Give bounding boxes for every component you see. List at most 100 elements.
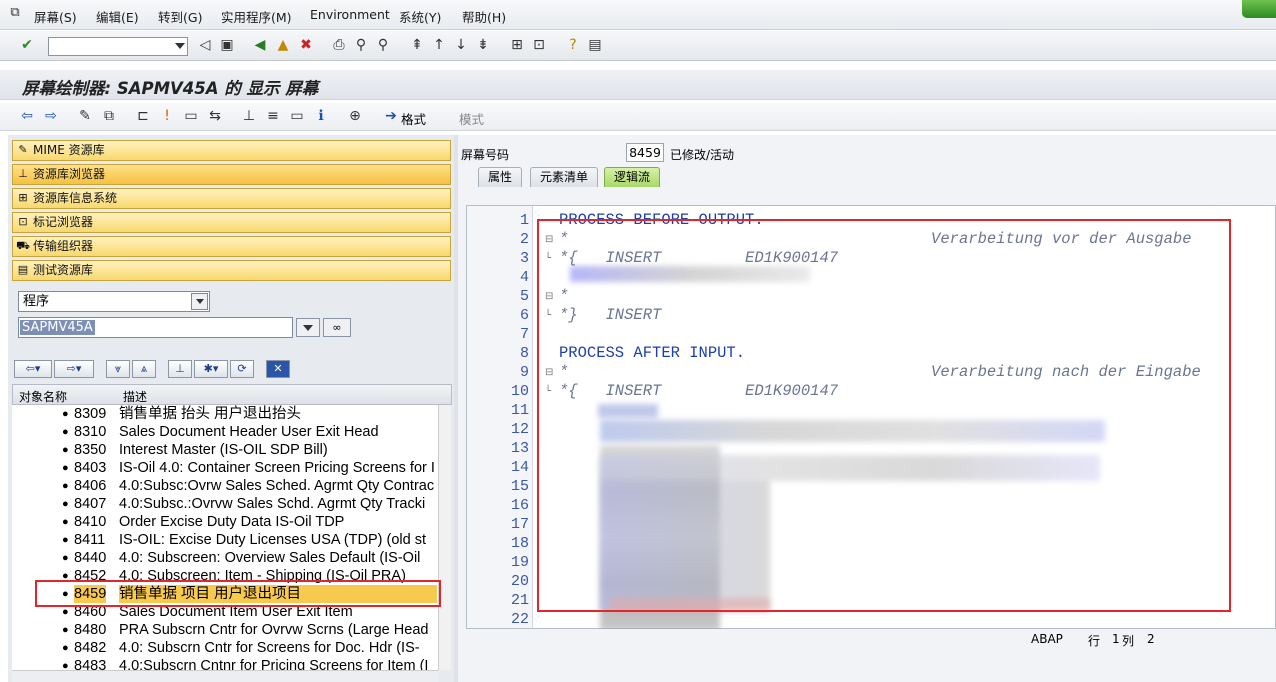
- nav-transport-organizer[interactable]: ⛟ 传输组织器: [12, 236, 451, 257]
- line-number: 12: [510, 421, 529, 438]
- tree-horizontal-scrollbar[interactable]: [12, 670, 438, 682]
- back-nav-button[interactable]: ⇦▾: [14, 360, 52, 378]
- exit-icon[interactable]: ▲: [274, 36, 292, 54]
- line-number: 10: [510, 383, 529, 400]
- program-name-input[interactable]: SAPMV45A: [18, 317, 293, 338]
- tab-flow-logic[interactable]: 逻辑流: [604, 167, 661, 187]
- layout-editor-icon[interactable]: ▭: [182, 107, 200, 125]
- screen-number-label: 屏幕号码: [461, 148, 510, 162]
- menu-item-edit[interactable]: 编辑(E): [96, 7, 139, 26]
- tree-icon[interactable]: ⊥: [240, 107, 258, 125]
- collapse-all-icon[interactable]: ⩓: [132, 360, 156, 378]
- nav-repository-info-system[interactable]: ⊞ 资源库信息系统: [12, 188, 451, 209]
- enter-icon[interactable]: ✔: [18, 36, 36, 54]
- arrow-right-icon[interactable]: ⇨: [42, 107, 60, 125]
- hierarchy-view-icon[interactable]: ⊥: [168, 360, 192, 378]
- edit-icon[interactable]: ✎: [76, 107, 94, 125]
- command-field[interactable]: [48, 37, 188, 56]
- line-number: 16: [510, 497, 529, 514]
- window-icon[interactable]: ▭: [288, 107, 306, 125]
- tree-row[interactable]: ● 8406 4.0:Subsc:Ovrw Sales Sched. Agrmt Q…: [12, 477, 438, 495]
- save-icon[interactable]: ▣: [218, 36, 236, 54]
- display-change-icon[interactable]: ⧉: [100, 107, 118, 125]
- stack-icon[interactable]: ≡: [264, 107, 282, 125]
- tree-row[interactable]: ● 8309 销售单据 抬头 用户退出抬头: [12, 405, 438, 423]
- element-list-icon[interactable]: ⇆: [206, 107, 224, 125]
- line-number: 19: [510, 554, 529, 571]
- line-number: 11: [510, 402, 529, 419]
- screen-menu-icon[interactable]: ⧉: [6, 4, 24, 22]
- menu-item-environment[interactable]: Environment: [310, 7, 390, 22]
- forward-nav-button[interactable]: ⇨▾: [54, 360, 94, 378]
- help-icon[interactable]: ?: [564, 36, 582, 54]
- tree-row[interactable]: ● 8440 4.0: Subscreen: Overview Sales Defa…: [12, 549, 438, 567]
- tree-row[interactable]: ● 8410 Order Excise Duty Data IS-Oil TDP: [12, 513, 438, 531]
- info-icon[interactable]: ℹ: [312, 107, 330, 125]
- browser-icon: ⊥: [18, 167, 28, 180]
- line-number: 8: [519, 345, 529, 362]
- menu-item-goto[interactable]: 转到(G): [158, 7, 202, 26]
- find-icon[interactable]: ⚲: [352, 36, 370, 54]
- application-toolbar: ⇦ ⇨ ✎ ⧉ ⊏ ! ▭ ⇆ ⊥ ≡ ▭ ℹ ⊕ ➔ 格式 模式: [0, 103, 1276, 131]
- column-description[interactable]: 描述: [123, 388, 147, 405]
- menu-item-system[interactable]: 系统(Y): [399, 7, 441, 26]
- settings-icon[interactable]: ✱▾: [194, 360, 228, 378]
- back-icon[interactable]: ◀: [251, 36, 269, 54]
- nav-repository-browser[interactable]: ⊥ 资源库浏览器: [12, 164, 451, 185]
- expand-all-icon[interactable]: ⩔: [106, 360, 130, 378]
- object-type-select[interactable]: 程序: [18, 291, 210, 312]
- new-session-icon[interactable]: ⊞: [508, 36, 526, 54]
- tree-vertical-scrollbar[interactable]: [438, 405, 451, 670]
- format-button[interactable]: 格式: [401, 109, 426, 128]
- tree-header: 对象名称 描述: [12, 384, 452, 405]
- line-number: 6: [519, 307, 529, 324]
- tree-row[interactable]: ● 8310 Sales Document Header User Exit Hea…: [12, 423, 438, 441]
- cancel-icon[interactable]: ✖: [297, 36, 315, 54]
- arrow-left-icon[interactable]: ⇦: [18, 107, 36, 125]
- mode-button[interactable]: 模式: [459, 109, 484, 128]
- tab-attributes[interactable]: 属性: [478, 167, 523, 187]
- find-next-icon[interactable]: ⚲: [374, 36, 392, 54]
- nav-mime-repository[interactable]: ✎ MIME 资源库: [12, 140, 451, 161]
- hierarchy-icon[interactable]: ⊏: [134, 107, 152, 125]
- tree-row[interactable]: ● 8411 IS-OIL: Excise Duty Licenses USA (T…: [12, 531, 438, 549]
- pattern-icon[interactable]: ⊕: [346, 107, 364, 125]
- highlight-box-selected-row: [35, 580, 441, 607]
- tag-icon: ⊡: [18, 215, 28, 228]
- back-arrow-icon[interactable]: ◁: [196, 36, 214, 54]
- tree-row[interactable]: ● 8480 PRA Subscrn Cntr for Ovrvw Scrns (L…: [12, 621, 438, 639]
- tree-row[interactable]: ● 8407 4.0:Subsc.:Ovrvw Sales Schd. Agrmt …: [12, 495, 438, 513]
- tab-element-list[interactable]: 元素清单: [530, 167, 599, 187]
- object-tree: ● 8309 销售单据 抬头 用户退出抬头 ● 8310 Sales Document …: [12, 405, 438, 675]
- title-bar: 屏幕绘制器: SAPMV45A 的 显示 屏幕: [0, 70, 1276, 100]
- tree-row[interactable]: ● 8482 4.0: Subscrn Cntr for Screens for D…: [12, 639, 438, 657]
- next-page-icon[interactable]: ↓: [452, 36, 470, 54]
- standard-toolbar: ✔ ◁ ▣ ◀ ▲ ✖ ⎙ ⚲ ⚲ ⇞ ↑ ↓ ⇟ ⊞ ⊡ ? ▤: [0, 31, 1276, 61]
- refresh-icon[interactable]: ⟳: [230, 360, 254, 378]
- chevron-down-icon[interactable]: [175, 43, 185, 49]
- menu-item-help[interactable]: 帮助(H): [462, 7, 506, 26]
- print-icon[interactable]: ⎙: [330, 36, 348, 54]
- first-page-icon[interactable]: ⇞: [408, 36, 426, 54]
- format-arrow-icon[interactable]: ➔: [382, 107, 400, 125]
- line-number: 21: [510, 592, 529, 609]
- page-title: 屏幕绘制器: SAPMV45A 的 显示 屏幕: [22, 79, 319, 98]
- tree-row[interactable]: ● 8403 IS-Oil 4.0: Container Screen Pricin…: [12, 459, 438, 477]
- line-number: 20: [510, 573, 529, 590]
- display-glasses-button[interactable]: ∞: [323, 318, 351, 337]
- menu-item-utilities[interactable]: 实用程序(M): [221, 7, 292, 26]
- tree-row[interactable]: ● 8350 Interest Master (IS-OIL SDP Bill): [12, 441, 438, 459]
- close-tree-icon[interactable]: ✕: [266, 360, 290, 378]
- nav-tag-browser[interactable]: ⊡ 标记浏览器: [12, 212, 451, 233]
- previous-page-icon[interactable]: ↑: [430, 36, 448, 54]
- program-dropdown-button[interactable]: [296, 318, 320, 337]
- chevron-down-icon[interactable]: [191, 293, 208, 310]
- nav-test-repository[interactable]: ▤ 测试资源库: [12, 260, 451, 281]
- column-object-name[interactable]: 对象名称: [19, 388, 67, 405]
- row-value: 1: [1112, 632, 1120, 646]
- activate-icon[interactable]: !: [158, 107, 176, 125]
- shortcut-icon[interactable]: ⊡: [530, 36, 548, 54]
- layout-icon[interactable]: ▤: [586, 36, 604, 54]
- last-page-icon[interactable]: ⇟: [474, 36, 492, 54]
- menu-item-screen[interactable]: 屏幕(S): [34, 7, 77, 26]
